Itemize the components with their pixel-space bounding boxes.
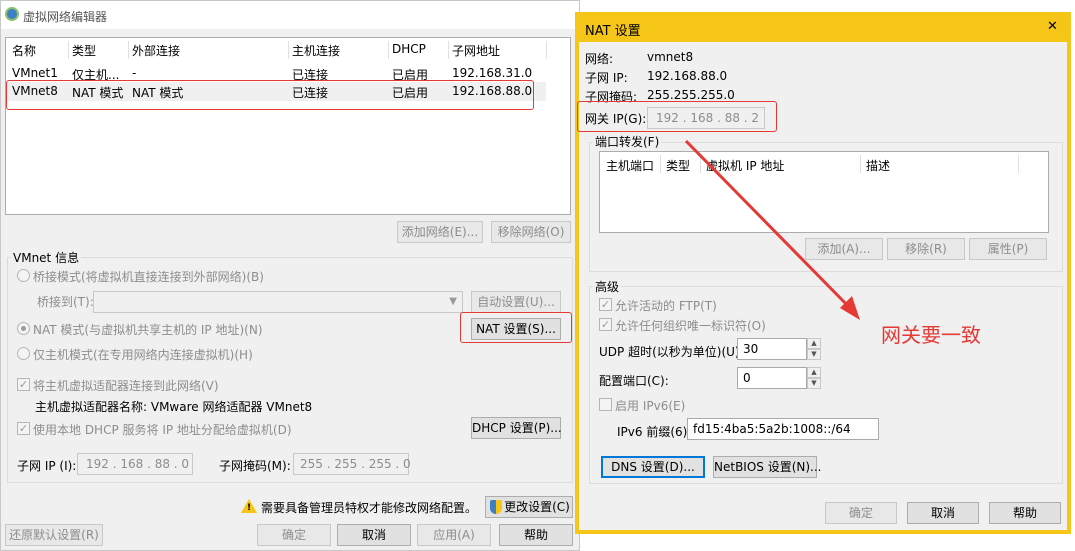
annotation-text: 网关要一致: [881, 323, 981, 347]
annotation-arrow: [684, 139, 860, 320]
